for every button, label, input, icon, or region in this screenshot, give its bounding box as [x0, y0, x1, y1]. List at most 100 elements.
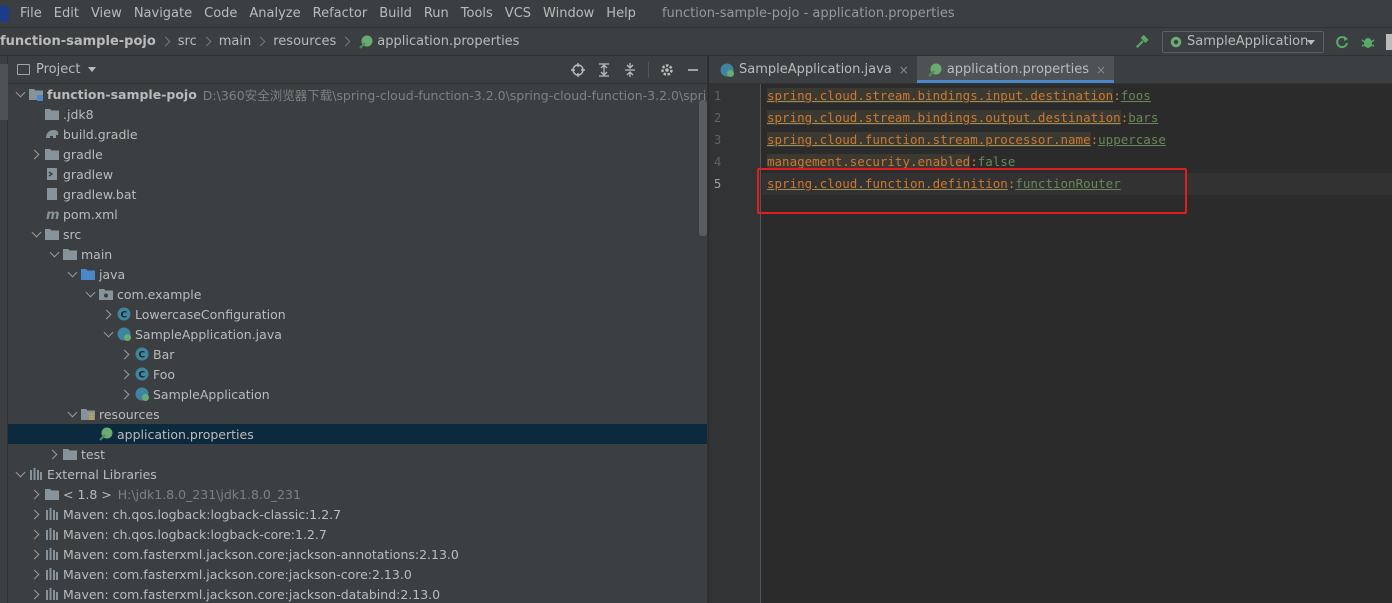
- menu-run[interactable]: Run: [424, 6, 449, 21]
- line-number: 4: [714, 155, 722, 169]
- tree-node-root[interactable]: function-sample-pojo D:\360安全浏览器下载\sprin…: [8, 84, 707, 104]
- tree-node-sample-java[interactable]: SampleApplication.java: [8, 324, 707, 344]
- property-key: spring.cloud.function.stream.processor.n…: [767, 132, 1091, 147]
- tree-node-lowercase-config[interactable]: C LowercaseConfiguration: [8, 304, 707, 324]
- locate-crosshair-icon[interactable]: [570, 62, 586, 78]
- breadcrumb-separator-icon: [340, 36, 351, 47]
- chevron-down-icon[interactable]: [28, 226, 44, 242]
- close-icon[interactable]: ×: [899, 63, 909, 77]
- gear-icon[interactable]: [659, 62, 675, 78]
- menu-vcs[interactable]: VCS: [505, 6, 531, 21]
- folder-icon: [45, 109, 59, 120]
- breadcrumb-file[interactable]: application.properties: [377, 34, 519, 49]
- chevron-right-icon[interactable]: [118, 386, 134, 402]
- tree-label: gradlew.bat: [63, 186, 137, 202]
- chevron-down-icon[interactable]: [88, 67, 97, 72]
- build-hammer-icon[interactable]: [1135, 34, 1149, 49]
- menu-build[interactable]: Build: [379, 6, 412, 21]
- line-number: 3: [714, 133, 722, 147]
- project-tool-window-button[interactable]: [0, 64, 8, 120]
- breadcrumb-src[interactable]: src: [178, 34, 197, 49]
- code-editor[interactable]: spring.cloud.stream.bindings.input.desti…: [762, 84, 1392, 603]
- tree-node-build-gradle[interactable]: build.gradle: [8, 124, 707, 144]
- breadcrumb-main[interactable]: main: [219, 34, 251, 49]
- run-configuration-select[interactable]: SampleApplication: [1162, 30, 1324, 53]
- chevron-right-icon[interactable]: [28, 486, 44, 502]
- tree-node-package[interactable]: com.example: [8, 284, 707, 304]
- project-view-title[interactable]: Project: [36, 62, 80, 77]
- tree-node-foo[interactable]: C Foo: [8, 364, 707, 384]
- chevron-down-icon[interactable]: [64, 406, 80, 422]
- project-tree-scrollbar[interactable]: [699, 100, 707, 236]
- chevron-right-icon[interactable]: [118, 366, 134, 382]
- code-line[interactable]: spring.cloud.function.stream.processor.n…: [762, 129, 1392, 151]
- code-line-current[interactable]: spring.cloud.function.definition:functio…: [762, 173, 1392, 195]
- code-line[interactable]: spring.cloud.stream.bindings.output.dest…: [762, 107, 1392, 129]
- menu-window[interactable]: Window: [543, 6, 594, 21]
- code-line[interactable]: spring.cloud.stream.bindings.input.desti…: [762, 85, 1392, 107]
- line-number: 5: [714, 177, 722, 191]
- breadcrumb-resources[interactable]: resources: [273, 34, 336, 49]
- tree-node-pom[interactable]: m pom.xml: [8, 204, 707, 224]
- chevron-right-icon[interactable]: [100, 306, 116, 322]
- chevron-right-icon[interactable]: [118, 346, 134, 362]
- close-icon[interactable]: ×: [1096, 63, 1106, 77]
- tree-node-jdk-library[interactable]: < 1.8 > H:\jdk1.8.0_231\jdk1.8.0_231: [8, 484, 707, 504]
- tree-node-main[interactable]: main: [8, 244, 707, 264]
- chevron-right-icon[interactable]: [28, 566, 44, 582]
- menu-edit[interactable]: Edit: [54, 6, 79, 21]
- chevron-right-icon[interactable]: [28, 526, 44, 542]
- collapse-all-icon[interactable]: [622, 62, 638, 78]
- chevron-right-icon[interactable]: [28, 586, 44, 602]
- tree-node-test[interactable]: test: [8, 444, 707, 464]
- gradle-elephant-icon: [46, 130, 59, 138]
- hide-panel-minus-icon[interactable]: [685, 62, 701, 78]
- tree-node-src[interactable]: src: [8, 224, 707, 244]
- tab-application-properties[interactable]: application.properties ×: [916, 56, 1115, 83]
- tab-sample-application-java[interactable]: SampleApplication.java ×: [709, 56, 917, 83]
- rerun-icon[interactable]: [1334, 34, 1350, 50]
- debug-bug-icon[interactable]: [1360, 34, 1376, 50]
- menu-help[interactable]: Help: [606, 6, 636, 21]
- tree-label: Foo: [153, 366, 176, 382]
- chevron-down-icon[interactable]: [82, 286, 98, 302]
- menu-file[interactable]: File: [20, 6, 42, 21]
- tree-node-sample-class[interactable]: SampleApplication: [8, 384, 707, 404]
- chevron-down-icon[interactable]: [64, 266, 80, 282]
- menu-analyze[interactable]: Analyze: [249, 6, 300, 21]
- chevron-right-icon[interactable]: [28, 146, 44, 162]
- tree-node-maven-library[interactable]: Maven: com.fasterxml.jackson.core:jackso…: [8, 564, 707, 584]
- tree-node-resources[interactable]: resources: [8, 404, 707, 424]
- menu-tools[interactable]: Tools: [461, 6, 493, 21]
- toolbar-overflow-icon[interactable]: [1386, 33, 1392, 50]
- chevron-down-icon[interactable]: [12, 86, 28, 102]
- toolbar-divider: [648, 62, 649, 78]
- tree-node-application-properties[interactable]: application.properties: [8, 424, 707, 444]
- breadcrumb-project[interactable]: function-sample-pojo: [0, 34, 156, 49]
- chevron-down-icon[interactable]: [46, 246, 62, 262]
- tree-node-gradle[interactable]: gradle: [8, 144, 707, 164]
- tab-label: application.properties: [946, 62, 1089, 77]
- chevron-down-icon[interactable]: [100, 326, 116, 342]
- expand-all-icon[interactable]: [596, 62, 612, 78]
- tree-label: Maven: com.fasterxml.jackson.core:jackso…: [63, 586, 441, 602]
- chevron-right-icon[interactable]: [46, 446, 62, 462]
- tree-node-maven-library[interactable]: Maven: com.fasterxml.jackson.core:jackso…: [8, 584, 707, 603]
- chevron-down-icon[interactable]: [12, 466, 28, 482]
- tree-node-gradlew-bat[interactable]: gradlew.bat: [8, 184, 707, 204]
- tree-node-gradlew[interactable]: gradlew: [8, 164, 707, 184]
- menu-navigate[interactable]: Navigate: [134, 6, 192, 21]
- menu-view[interactable]: View: [91, 6, 122, 21]
- chevron-right-icon[interactable]: [28, 546, 44, 562]
- tree-node-java[interactable]: java: [8, 264, 707, 284]
- tree-node-maven-library[interactable]: Maven: com.fasterxml.jackson.core:jackso…: [8, 544, 707, 564]
- tree-node-bar[interactable]: C Bar: [8, 344, 707, 364]
- tree-node-external-libraries[interactable]: External Libraries: [8, 464, 707, 484]
- tree-node-maven-library[interactable]: Maven: ch.qos.logback:logback-classic:1.…: [8, 504, 707, 524]
- menu-refactor[interactable]: Refactor: [313, 6, 368, 21]
- tree-node-jdk[interactable]: .jdk8: [8, 104, 707, 124]
- tree-node-maven-library[interactable]: Maven: ch.qos.logback:logback-core:1.2.7: [8, 524, 707, 544]
- chevron-right-icon[interactable]: [28, 506, 44, 522]
- code-line[interactable]: management.security.enabled:false: [762, 151, 1392, 173]
- menu-code[interactable]: Code: [204, 6, 237, 21]
